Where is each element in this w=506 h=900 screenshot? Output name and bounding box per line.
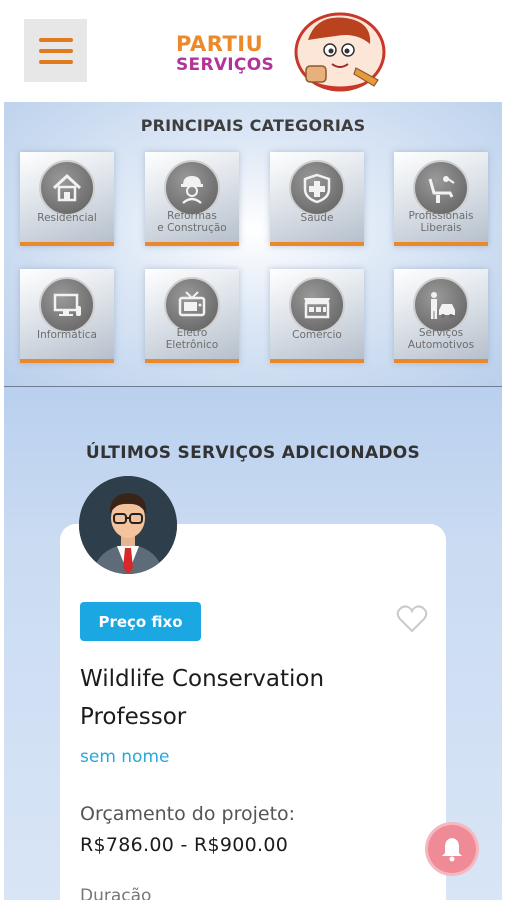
- logo-text-line1: PARTIU: [176, 32, 264, 56]
- dentist-chair-icon: [413, 160, 469, 216]
- category-reformas[interactable]: Reformas e Construção: [145, 152, 239, 246]
- construction-worker-icon: [164, 160, 220, 216]
- budget-label: Orçamento do projeto:: [80, 803, 296, 825]
- brand-logo[interactable]: PARTIU SERVIÇOS: [176, 10, 386, 92]
- categories-panel: PRINCIPAIS CATEGORIAS Residencial Reform…: [4, 102, 502, 387]
- category-label: Profissionais Liberais: [408, 210, 474, 234]
- menu-button[interactable]: [24, 19, 87, 82]
- hamburger-menu-icon: [38, 37, 73, 42]
- duration-label: Duração: [80, 886, 152, 900]
- category-label: Comércio: [292, 329, 342, 341]
- app-header: PARTIU SERVIÇOS: [0, 0, 506, 102]
- notification-bell-button[interactable]: [428, 825, 476, 873]
- mascot-logo-icon: [294, 12, 386, 92]
- latest-services-title: ÚLTIMOS SERVIÇOS ADICIONADOS: [85, 443, 421, 463]
- category-label: Saúde: [300, 212, 334, 224]
- service-title[interactable]: Wildlife Conservation Professor: [80, 660, 420, 736]
- storefront-icon: [289, 277, 345, 333]
- health-cross-24h-icon: [289, 160, 345, 216]
- fixed-price-badge: Preço fixo: [80, 602, 201, 641]
- category-label: Reformas e Construção: [157, 210, 227, 234]
- category-servicos-automotivos[interactable]: Serviços Automotivos: [394, 269, 488, 363]
- category-residencial[interactable]: Residencial: [20, 152, 114, 246]
- businessman-avatar-icon: [79, 476, 177, 574]
- category-comercio[interactable]: Comércio: [270, 269, 364, 363]
- category-eletro-eletronico[interactable]: Eletro Eletrônico: [145, 269, 239, 363]
- category-label: Serviços Automotivos: [407, 327, 475, 351]
- company-name[interactable]: sem nome: [80, 747, 169, 767]
- category-informatica[interactable]: Informática: [20, 269, 114, 363]
- category-label: Residencial: [37, 212, 97, 224]
- category-label: Eletro Eletrônico: [165, 327, 219, 351]
- budget-value: R$786.00 - R$900.00: [80, 834, 289, 856]
- computer-icon: [39, 277, 95, 333]
- car-service-icon: [413, 277, 469, 333]
- logo-text-line2: SERVIÇOS: [176, 55, 274, 75]
- bell-icon: [442, 838, 462, 862]
- category-profissionais-liberais[interactable]: Profissionais Liberais: [394, 152, 488, 246]
- categories-title: PRINCIPAIS CATEGORIAS: [140, 116, 366, 135]
- heart-outline-icon[interactable]: [396, 604, 428, 634]
- house-icon: [39, 160, 95, 216]
- category-saude[interactable]: Saúde: [270, 152, 364, 246]
- television-icon: [164, 277, 220, 333]
- category-label: Informática: [37, 329, 97, 341]
